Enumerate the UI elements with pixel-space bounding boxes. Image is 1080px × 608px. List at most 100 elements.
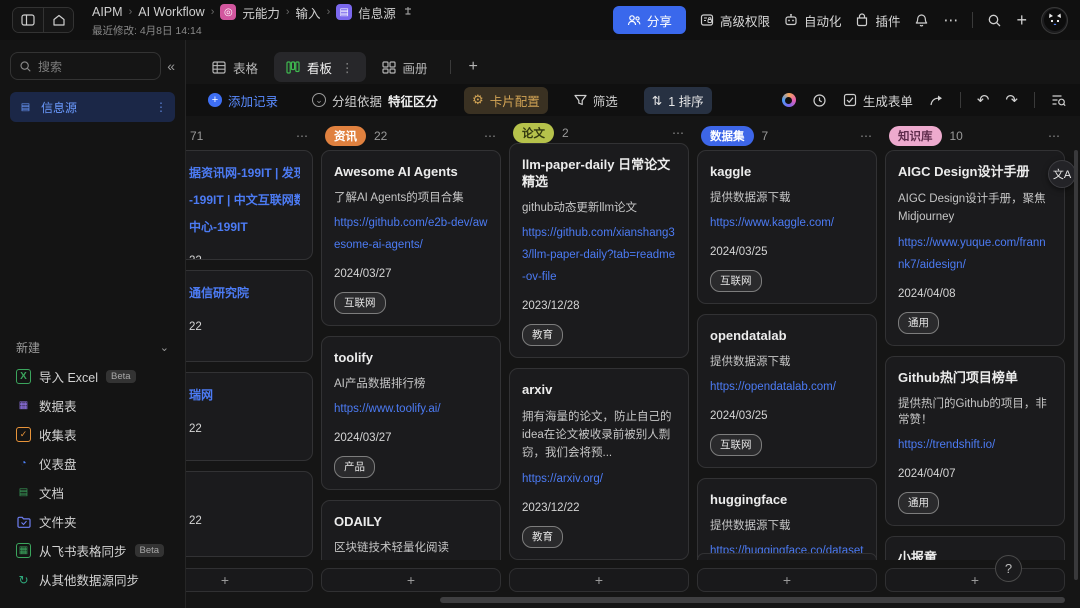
group-by-button[interactable]: ⌄ 分组依据 特征区分 [304,87,446,114]
sidebar-item-other-source-sync[interactable]: ↻ 从其他数据源同步 [10,565,175,594]
kanban-card[interactable]: Awesome AI Agents 了解AI Agents的项目合集 https… [321,150,501,326]
card-title: 瑞网 [189,382,300,409]
kanban-card[interactable]: toolify AI产品数据排行榜 https://www.toolify.ai… [321,336,501,490]
card-url-link[interactable]: https://www.toolify.ai/ [334,398,488,420]
sidebar-item-dashboard[interactable]: ◔ 仪表盘 [10,449,175,478]
add-view-button[interactable]: + [461,58,486,76]
tab-menu-icon[interactable]: ⋮ [341,60,354,75]
add-card-button[interactable]: + [509,568,689,592]
column-count: 10 [950,129,963,143]
pin-icon[interactable] [402,6,414,18]
gauge-icon: ◔ [16,456,31,471]
add-record-button[interactable]: + 添加记录 [200,87,286,114]
kanban-card[interactable]: 小报童 付费专栏资讯 https://xiaobot.net/ 2024/04/… [885,536,1065,560]
vertical-scrollbar[interactable] [1074,150,1078,580]
sidebar-collapse-button[interactable]: « [167,58,175,74]
kanban-column-news: 资讯 22 ⋯ Awesome AI Agents 了解AI Agents的项目… [321,122,501,592]
kanban-card[interactable]: huggingface 提供数据源下载 https://huggingface.… [697,478,877,560]
generate-form-button[interactable]: 生成表单 [843,91,913,110]
card-title: kaggle [710,163,864,180]
column-menu-icon[interactable]: ⋯ [1048,129,1061,143]
translate-button[interactable]: 文A [1048,160,1076,188]
column-menu-icon[interactable]: ⋯ [672,126,685,140]
tab-grid-view[interactable]: 表格 [200,52,270,82]
share-view-button[interactable] [929,93,944,107]
sort-button[interactable]: ⇅ 1 排序 [644,87,712,114]
card-url-link[interactable]: https://github.com/e2b-dev/awesome-ai-ag… [334,212,488,256]
add-card-button[interactable]: + [885,568,1065,592]
kanban-card[interactable]: Github热门项目榜单 提供热门的Github的项目，非常赞！ https:/… [885,356,1065,526]
kanban-card[interactable]: llm-paper-daily 日常论文精选 github动态更新llm论文 h… [509,143,689,358]
kanban-card[interactable]: arxiv 拥有海量的论文，防止自己的idea在论文被收录前被别人剽窃，我们会将… [509,368,689,560]
card-title: arxiv [522,381,676,398]
column-menu-icon[interactable]: ⋯ [296,129,309,143]
sidebar-item-import-excel[interactable]: X 导入 Excel Beta [10,362,175,391]
kanban-card[interactable]: ODAILY 区块链技术轻量化阅读 All In One 的垂类领域导航... … [321,500,501,560]
breadcrumb-separator-icon: › [211,6,215,18]
card-title: ODAILY [334,513,488,530]
filter-button[interactable]: 筛选 [566,87,626,114]
user-avatar[interactable] [1041,7,1068,34]
kanban-card[interactable]: kaggle 提供数据源下载 https://www.kaggle.com/ 2… [697,150,877,304]
share-button[interactable]: 分享 [613,6,686,34]
sidebar-search-input[interactable]: 搜索 [10,52,161,80]
breadcrumb-item[interactable]: 输入 [296,3,321,22]
kanban-card[interactable]: 瑞网 22 [186,372,313,461]
add-card-button[interactable]: + [697,568,877,592]
sidebar-item-info-source[interactable]: ▤ 信息源 ⋮ [10,92,175,122]
kanban-card[interactable]: opendatalab 提供数据源下载 https://opendatalab.… [697,314,877,468]
breadcrumb-item-current[interactable]: 信息源 [358,3,396,22]
global-search-button[interactable] [987,13,1002,28]
sidebar-item-document[interactable]: ▤ 文档 [10,478,175,507]
column-menu-icon[interactable]: ⋯ [860,129,873,143]
more-actions-button[interactable]: ⋯ [943,11,958,29]
sort-icon: ⇅ [652,93,662,108]
card-title: opendatalab [710,327,864,344]
sidebar-toggle-button[interactable] [13,8,43,32]
breadcrumb-item[interactable]: 元能力 [242,3,280,22]
kanban-card[interactable]: 22 [186,471,313,557]
history-button[interactable] [812,93,827,108]
sidebar-item-data-table[interactable]: ▦ 数据表 [10,391,175,420]
plugin-button[interactable]: 插件 [855,11,900,30]
item-menu-icon[interactable]: ⋮ [155,100,167,114]
sidebar-item-folder[interactable]: 文件夹 [10,507,175,536]
kanban-card[interactable]: AIGC Design设计手册 AIGC Design设计手册，聚焦 Midjo… [885,150,1065,346]
add-card-button[interactable]: + [321,568,501,592]
card-url-link[interactable]: https://trendshift.io/ [898,434,1052,456]
card-title: 通信研究院 [189,280,300,307]
card-url-link[interactable]: https://github.com/xianshang33/llm-paper… [522,222,676,288]
home-button[interactable] [43,8,73,32]
card-url-link[interactable]: https://arxiv.org/ [522,468,676,490]
create-new-button[interactable]: + [1016,10,1027,31]
card-url-link[interactable]: https://opendatalab.com/ [710,376,864,398]
advanced-permission-button[interactable]: 高级权限 [700,11,770,30]
redo-button[interactable]: ↷ [1005,91,1018,109]
breadcrumb-item[interactable]: AI Workflow [138,5,204,19]
tab-kanban-view[interactable]: 看板 ⋮ [274,52,366,82]
automation-button[interactable]: 自动化 [784,11,842,30]
help-button[interactable]: ? [995,555,1022,582]
column-count: 22 [374,129,387,143]
sidebar-item-collect-form[interactable]: ✓ 收集表 [10,420,175,449]
kanban-card[interactable]: 据资讯网-199IT | 发现数 -199IT | 中文互联网数据 中心-199… [186,150,313,260]
ai-assistant-icon[interactable] [782,93,796,107]
sidebar-item-feishu-sync[interactable]: ▦ 从飞书表格同步 Beta [10,536,175,565]
kanban-card-partial[interactable] [697,553,877,560]
card-url-link[interactable]: https://www.yuque.com/frannnk7/aidesign/ [898,232,1052,276]
card-tag: 互联网 [334,292,386,314]
card-date: 22 [189,319,300,335]
horizontal-scrollbar[interactable] [440,597,1065,603]
column-name-pill: 数据集 [701,126,754,146]
breadcrumb-item[interactable]: AIPM [92,5,123,19]
card-url-link[interactable]: https://www.kaggle.com/ [710,212,864,234]
tab-gallery-view[interactable]: 画册 [370,52,440,82]
find-in-view-button[interactable] [1051,93,1066,107]
kanban-card[interactable]: 通信研究院 22 [186,270,313,362]
new-section-header[interactable]: 新建 ⌄ [10,339,175,362]
column-menu-icon[interactable]: ⋯ [484,129,497,143]
card-config-button[interactable]: ⚙ 卡片配置 [464,87,548,114]
add-card-button[interactable]: + [186,568,313,592]
undo-button[interactable]: ↶ [977,91,990,109]
notification-bell-button[interactable] [914,13,929,28]
